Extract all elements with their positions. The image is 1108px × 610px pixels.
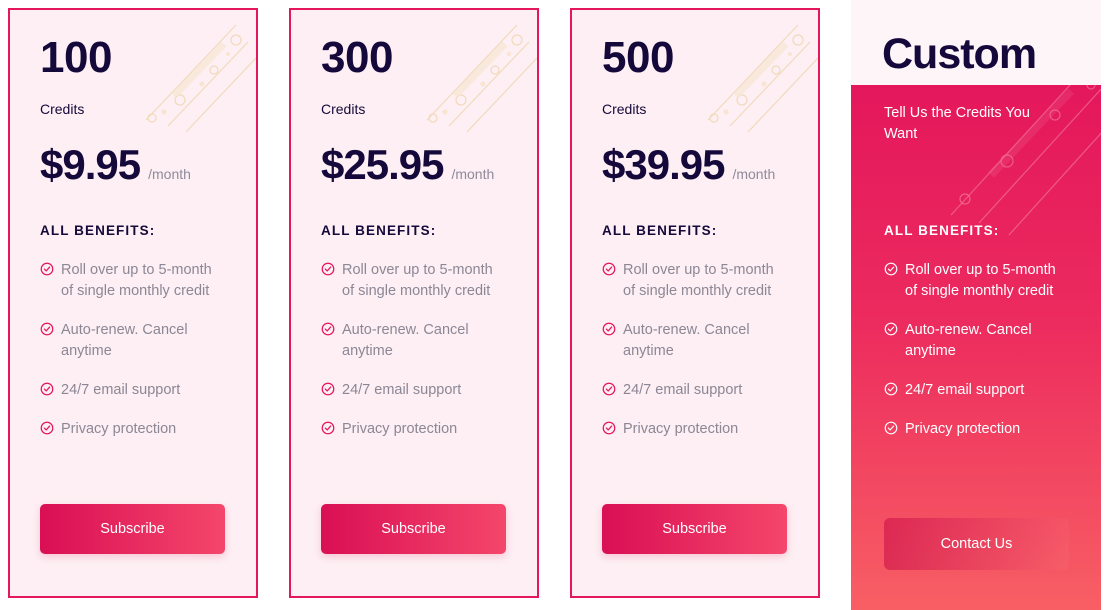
benefits-list: Roll over up to 5-month of single monthl… <box>602 260 788 440</box>
credits-label: Credits <box>321 101 366 117</box>
benefits-heading: ALL BENEFITS: <box>884 223 1000 238</box>
benefits-list: Roll over up to 5-month of single monthl… <box>321 260 507 440</box>
check-circle-icon <box>40 262 54 276</box>
benefit-text: Privacy protection <box>61 421 177 437</box>
benefit-item: 24/7 email support <box>602 380 788 401</box>
pricing-card-content: 100 Credits $9.95 /month ALL BENEFITS: R… <box>10 10 256 596</box>
benefit-item: Auto-renew. Cancel anytime <box>321 320 507 362</box>
custom-plan-title: Custom <box>882 30 1037 78</box>
check-circle-icon <box>321 322 335 336</box>
check-circle-icon <box>602 262 616 276</box>
benefit-item: Roll over up to 5-month of single monthl… <box>602 260 788 302</box>
benefit-text: 24/7 email support <box>623 382 743 398</box>
benefit-text: Auto-renew. Cancel anytime <box>623 322 750 359</box>
credits-amount: 500 <box>602 33 674 82</box>
benefits-heading: ALL BENEFITS: <box>321 223 437 238</box>
check-circle-icon <box>321 262 335 276</box>
benefit-item: 24/7 email support <box>321 380 507 401</box>
price-amount: $39.95 <box>602 141 725 188</box>
check-circle-icon <box>40 322 54 336</box>
benefit-text: Auto-renew. Cancel anytime <box>905 322 1032 359</box>
benefit-text: 24/7 email support <box>61 382 181 398</box>
pricing-card[interactable]: 500 Credits $39.95 /month ALL BENEFITS: … <box>570 8 820 598</box>
credits-amount: 100 <box>40 33 112 82</box>
benefit-item: Privacy protection <box>884 419 1071 440</box>
credits-amount: 300 <box>321 33 393 82</box>
check-circle-icon <box>602 421 616 435</box>
benefit-item: 24/7 email support <box>40 380 226 401</box>
price-period: /month <box>451 166 495 182</box>
benefit-text: Roll over up to 5-month of single monthl… <box>61 262 212 299</box>
check-circle-icon <box>884 382 898 396</box>
benefit-text: Auto-renew. Cancel anytime <box>61 322 188 359</box>
benefit-item: Auto-renew. Cancel anytime <box>40 320 226 362</box>
benefit-text: Roll over up to 5-month of single monthl… <box>623 262 774 299</box>
benefit-item: Roll over up to 5-month of single monthl… <box>321 260 507 302</box>
benefits-heading: ALL BENEFITS: <box>602 223 718 238</box>
check-circle-icon <box>602 322 616 336</box>
price-period: /month <box>148 166 191 182</box>
pricing-card-custom[interactable]: Custom Tell Us the Credits You Want ALL … <box>851 0 1101 610</box>
benefit-text: Privacy protection <box>623 421 739 437</box>
pricing-card-content: 500 Credits $39.95 /month ALL BENEFITS: … <box>572 10 818 596</box>
pricing-card[interactable]: 100 Credits $9.95 /month ALL BENEFITS: R… <box>8 8 258 598</box>
credits-label: Credits <box>602 101 647 117</box>
benefit-item: 24/7 email support <box>884 380 1071 401</box>
benefit-item: Privacy protection <box>321 419 507 440</box>
benefit-item: Privacy protection <box>40 419 226 440</box>
benefit-item: Privacy protection <box>602 419 788 440</box>
check-circle-icon <box>884 262 898 276</box>
check-circle-icon <box>321 421 335 435</box>
benefit-item: Auto-renew. Cancel anytime <box>884 320 1071 362</box>
check-circle-icon <box>884 421 898 435</box>
check-circle-icon <box>602 382 616 396</box>
pricing-card[interactable]: 300 Credits $25.95 /month ALL BENEFITS: … <box>289 8 539 598</box>
benefits-list: Roll over up to 5-month of single monthl… <box>40 260 226 440</box>
benefit-item: Auto-renew. Cancel anytime <box>602 320 788 362</box>
benefit-item: Roll over up to 5-month of single monthl… <box>884 260 1071 302</box>
price-row: $39.95 /month <box>602 144 788 186</box>
price-amount: $9.95 <box>40 141 141 188</box>
pricing-plans-board: 100 Credits $9.95 /month ALL BENEFITS: R… <box>0 0 1108 610</box>
custom-card-body: Tell Us the Credits You Want ALL BENEFIT… <box>851 85 1101 610</box>
benefit-text: Auto-renew. Cancel anytime <box>342 322 469 359</box>
benefit-text: Roll over up to 5-month of single monthl… <box>342 262 493 299</box>
custom-card-header: Custom <box>851 0 1101 85</box>
credits-label: Credits <box>40 101 85 117</box>
check-circle-icon <box>40 382 54 396</box>
check-circle-icon <box>884 322 898 336</box>
custom-plan-subtitle: Tell Us the Credits You Want <box>884 105 1030 142</box>
pricing-card-content: 300 Credits $25.95 /month ALL BENEFITS: … <box>291 10 537 596</box>
benefits-list: Roll over up to 5-month of single monthl… <box>884 260 1071 440</box>
benefit-text: Privacy protection <box>905 421 1021 437</box>
custom-card-content: Tell Us the Credits You Want ALL BENEFIT… <box>851 85 1101 610</box>
benefit-item: Roll over up to 5-month of single monthl… <box>40 260 226 302</box>
check-circle-icon <box>40 421 54 435</box>
price-amount: $25.95 <box>321 141 444 188</box>
price-period: /month <box>732 166 776 182</box>
benefit-text: 24/7 email support <box>342 382 462 398</box>
price-row: $25.95 /month <box>321 144 507 186</box>
benefit-text: Roll over up to 5-month of single monthl… <box>905 262 1056 299</box>
benefits-heading: ALL BENEFITS: <box>40 223 156 238</box>
benefit-text: 24/7 email support <box>905 382 1025 398</box>
check-circle-icon <box>321 382 335 396</box>
benefit-text: Privacy protection <box>342 421 458 437</box>
price-row: $9.95 /month <box>40 144 226 186</box>
